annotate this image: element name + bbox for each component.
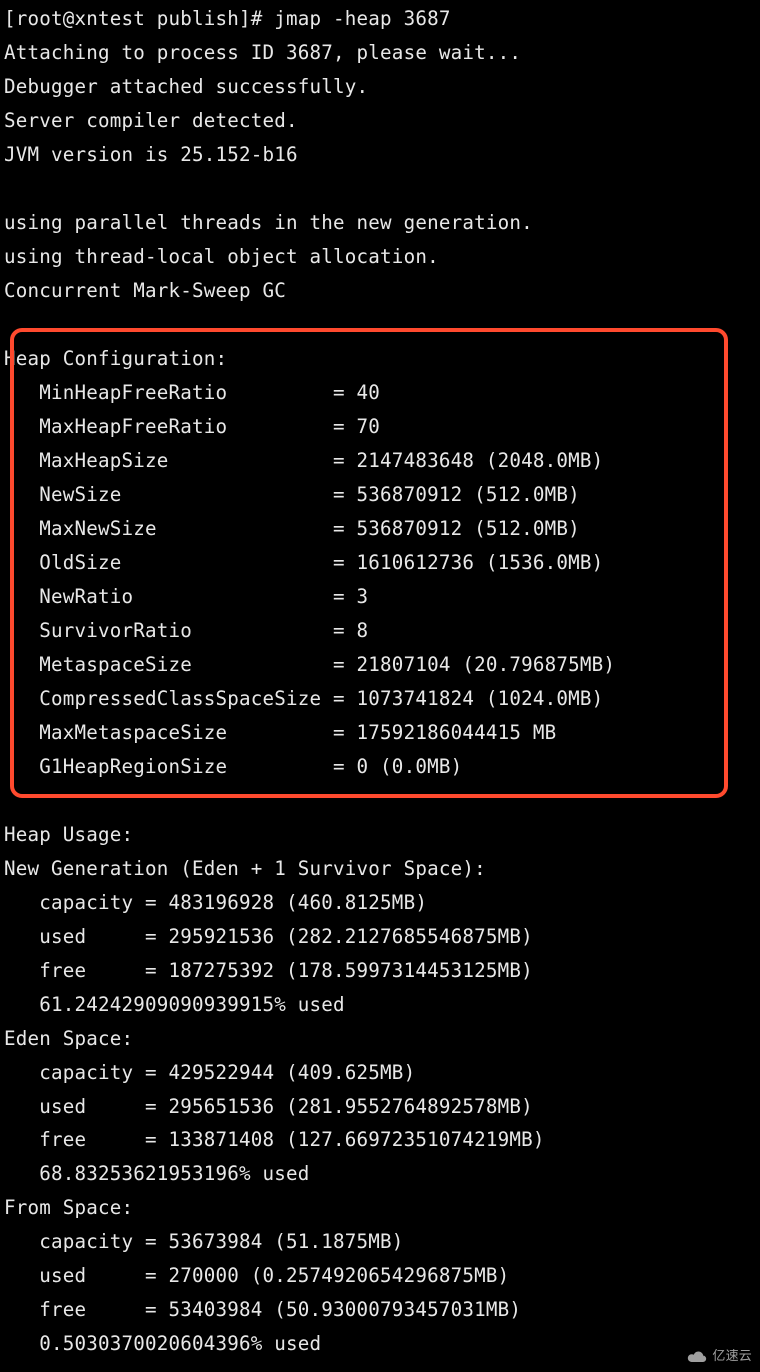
terminal-line: capacity = 483196928 (460.8125MB) bbox=[4, 886, 756, 920]
terminal-line: used = 270000 (0.2574920654296875MB) bbox=[4, 1259, 756, 1293]
terminal-line: SurvivorRatio = 8 bbox=[4, 614, 756, 648]
terminal-line: OldSize = 1610612736 (1536.0MB) bbox=[4, 546, 756, 580]
terminal-line bbox=[4, 172, 756, 206]
terminal-line bbox=[4, 308, 756, 342]
terminal-line: G1HeapRegionSize = 0 (0.0MB) bbox=[4, 750, 756, 784]
watermark-text: 亿速云 bbox=[712, 1345, 752, 1368]
terminal-line: MetaspaceSize = 21807104 (20.796875MB) bbox=[4, 648, 756, 682]
terminal-line: 61.24242909090939915% used bbox=[4, 988, 756, 1022]
terminal-line: Concurrent Mark-Sweep GC bbox=[4, 274, 756, 308]
terminal-line: MinHeapFreeRatio = 40 bbox=[4, 376, 756, 410]
cloud-icon bbox=[686, 1349, 708, 1365]
terminal-line: used = 295651536 (281.9552764892578MB) bbox=[4, 1090, 756, 1124]
terminal-line: Heap Configuration: bbox=[4, 342, 756, 376]
terminal-line: MaxMetaspaceSize = 17592186044415 MB bbox=[4, 716, 756, 750]
terminal-line: New Generation (Eden + 1 Survivor Space)… bbox=[4, 852, 756, 886]
terminal-line bbox=[4, 784, 756, 818]
terminal-line: MaxHeapFreeRatio = 70 bbox=[4, 410, 756, 444]
terminal-line: free = 53403984 (50.93000793457031MB) bbox=[4, 1293, 756, 1327]
terminal-line: using thread-local object allocation. bbox=[4, 240, 756, 274]
terminal-line: From Space: bbox=[4, 1191, 756, 1225]
terminal-line: MaxHeapSize = 2147483648 (2048.0MB) bbox=[4, 444, 756, 478]
terminal-line: NewRatio = 3 bbox=[4, 580, 756, 614]
terminal-line: free = 187275392 (178.5997314453125MB) bbox=[4, 954, 756, 988]
terminal-line: 0.5030370020604396% used bbox=[4, 1327, 756, 1361]
terminal-line: Eden Space: bbox=[4, 1022, 756, 1056]
terminal-line: CompressedClassSpaceSize = 1073741824 (1… bbox=[4, 682, 756, 716]
terminal-line: Debugger attached successfully. bbox=[4, 70, 756, 104]
terminal-line: 68.83253621953196% used bbox=[4, 1157, 756, 1191]
terminal-line: JVM version is 25.152-b16 bbox=[4, 138, 756, 172]
terminal-line: capacity = 53673984 (51.1875MB) bbox=[4, 1225, 756, 1259]
terminal-line: free = 133871408 (127.66972351074219MB) bbox=[4, 1123, 756, 1157]
terminal-line: Server compiler detected. bbox=[4, 104, 756, 138]
terminal-line: [root@xntest publish]# jmap -heap 3687 bbox=[4, 2, 756, 36]
terminal-line: Attaching to process ID 3687, please wai… bbox=[4, 36, 756, 70]
terminal-line: MaxNewSize = 536870912 (512.0MB) bbox=[4, 512, 756, 546]
terminal-output: [root@xntest publish]# jmap -heap 3687At… bbox=[4, 2, 756, 1361]
terminal-line: NewSize = 536870912 (512.0MB) bbox=[4, 478, 756, 512]
terminal-line: using parallel threads in the new genera… bbox=[4, 206, 756, 240]
terminal-line: used = 295921536 (282.2127685546875MB) bbox=[4, 920, 756, 954]
watermark: 亿速云 bbox=[686, 1345, 752, 1368]
terminal-line: capacity = 429522944 (409.625MB) bbox=[4, 1056, 756, 1090]
terminal-line: Heap Usage: bbox=[4, 818, 756, 852]
